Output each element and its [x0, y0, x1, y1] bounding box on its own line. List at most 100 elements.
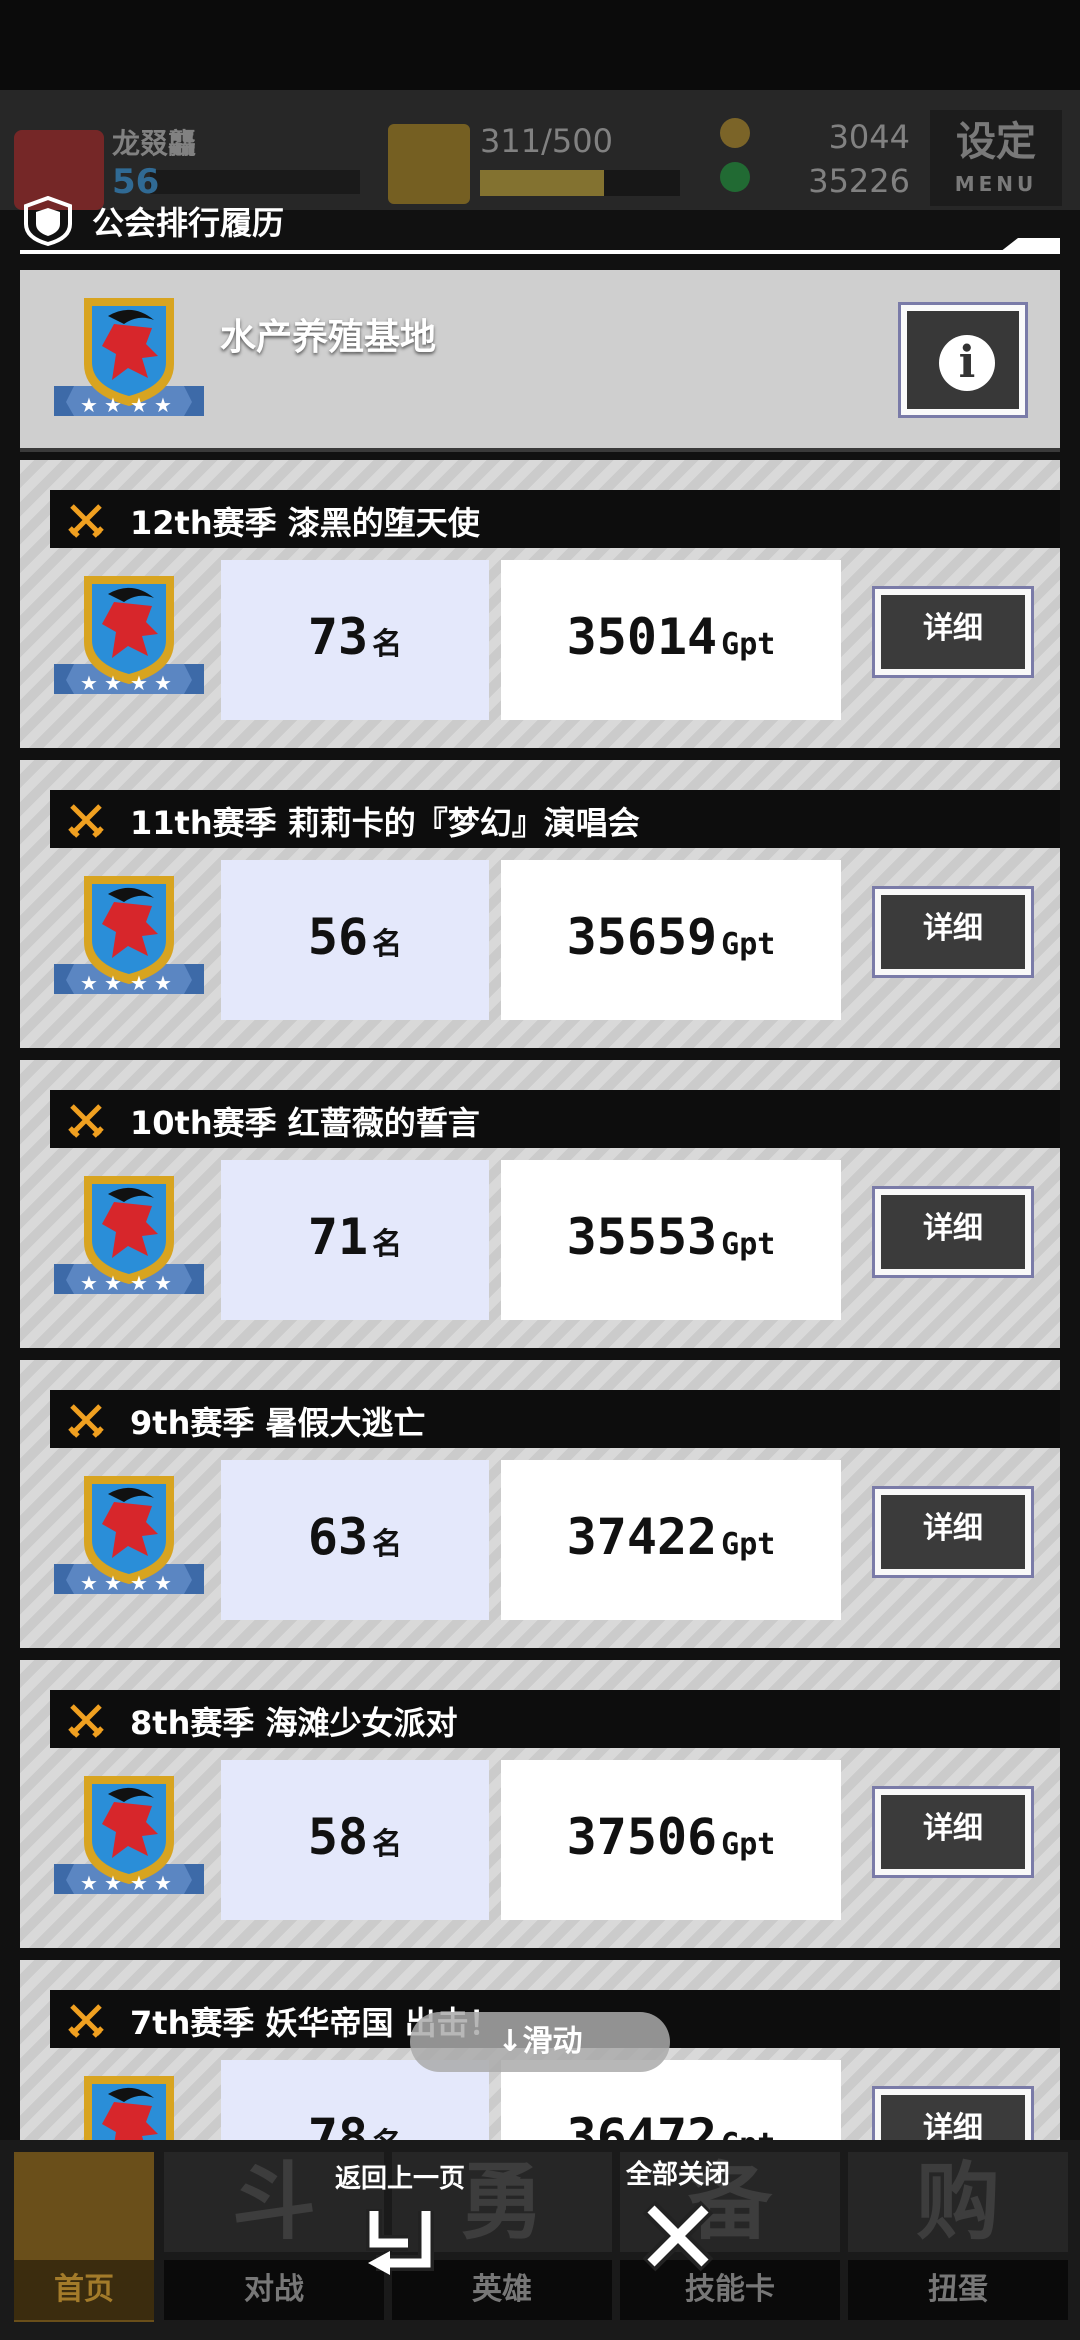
season-card: 9th赛季 暑假大逃亡 ★ ★ ★ ★ 63 名 37422 Gpt 详细: [20, 1360, 1060, 1648]
points-unit: Gpt: [721, 1227, 776, 1262]
points-unit: Gpt: [721, 627, 776, 662]
page-title: 公会排行履历: [92, 204, 285, 242]
detail-label: 详细: [881, 2095, 1025, 2140]
rank-value: 71: [307, 1208, 369, 1266]
guild-emblem-icon: ★★★★: [54, 1176, 204, 1295]
season-points-box: 35659 Gpt: [501, 860, 841, 1020]
season-card: 11th赛季 莉莉卡的『梦幻』演唱会 ★ ★ ★ ★ 56 名 35659 Gpt 详细: [20, 760, 1060, 1048]
points-value: 37506: [566, 1808, 718, 1866]
guild-emblem-icon: ★★★★: [54, 1776, 204, 1895]
points-unit: Gpt: [721, 927, 776, 962]
points-value: 36472: [566, 2108, 718, 2140]
gem-icon: [720, 162, 750, 192]
nav-tab-home[interactable]: 首页: [14, 2260, 154, 2320]
svg-text:★: ★: [154, 1271, 172, 1295]
status-bar-area: [0, 0, 1080, 90]
season-rank: 78名: [221, 2108, 489, 2140]
guild-card: ★ ★ ★ ★ 水产养殖基地 i: [20, 270, 1060, 452]
back-label: 返回上一页: [334, 2164, 465, 2194]
guild-info-button[interactable]: i: [898, 302, 1028, 418]
season-rank-box: 63 名: [221, 1460, 489, 1620]
season-title: 8th赛季 海滩少女派对: [130, 1704, 458, 1742]
svg-text:★: ★: [130, 971, 148, 995]
detail-label: 详细: [881, 1795, 1025, 1869]
crossed-swords-icon: [68, 1704, 104, 1738]
close-all-label: 全部关闭: [625, 2160, 730, 2190]
svg-text:★: ★: [80, 971, 98, 995]
season-points-box: 37506 Gpt: [501, 1760, 841, 1920]
rank-value: 58: [307, 1808, 369, 1866]
rank-unit: 名: [372, 1527, 403, 1562]
svg-text:★: ★: [130, 1871, 148, 1895]
back-button[interactable]: 返回上一页: [320, 2158, 480, 2281]
crossed-swords-icon: [68, 1404, 104, 1438]
svg-text:★: ★: [104, 1271, 122, 1295]
season-title: 9th赛季 暑假大逃亡: [130, 1404, 426, 1442]
info-button-face: i: [907, 311, 1019, 409]
close-icon: [642, 2200, 714, 2272]
info-icon: i: [939, 335, 995, 391]
season-points-box: 35553 Gpt: [501, 1160, 841, 1320]
season-rank: 71 名: [221, 1208, 489, 1266]
season-detail-button[interactable]: 详细: [872, 586, 1034, 678]
gold-coin-icon: [720, 118, 750, 148]
season-rank-box: 71 名: [221, 1160, 489, 1320]
season-title: 11th赛季 莉莉卡的『梦幻』演唱会: [130, 804, 640, 842]
points-value: 35659: [566, 908, 718, 966]
season-points: 37422 Gpt: [501, 1508, 841, 1566]
season-points: 37506 Gpt: [501, 1808, 841, 1866]
rank-value: 63: [307, 1508, 369, 1566]
svg-text:★: ★: [104, 1871, 122, 1895]
points-value: 35553: [566, 1208, 718, 1266]
season-title: 10th赛季 红蔷薇的誓言: [130, 1104, 480, 1142]
rank-unit: 名: [372, 627, 403, 662]
crossed-swords-icon: [68, 804, 104, 838]
crossed-swords-icon: [68, 2004, 104, 2038]
season-history-list[interactable]: 12th赛季 漆黑的堕天使 ★ ★ ★ ★ 73 名 35014 Gpt 详细 11th赛…: [20, 460, 1060, 2140]
guild-emblem-icon: ★★★★: [54, 298, 204, 417]
svg-text:★: ★: [130, 393, 148, 417]
season-detail-button[interactable]: 详细: [872, 886, 1034, 978]
stamina-text: 311/500: [480, 122, 613, 160]
season-rank-box: 56 名: [221, 860, 489, 1020]
guild-name: 水产养殖基地: [220, 317, 437, 358]
svg-text:★: ★: [80, 393, 98, 417]
detail-label: 详细: [881, 1195, 1025, 1269]
svg-text:★: ★: [80, 1571, 98, 1595]
nav-tab-gacha[interactable]: 扭蛋: [848, 2260, 1068, 2320]
svg-text:★: ★: [154, 971, 172, 995]
rank-unit: 名: [372, 927, 403, 962]
svg-text:★: ★: [80, 671, 98, 695]
season-points: 35553 Gpt: [501, 1208, 841, 1266]
season-header: 8th赛季 海滩少女派对: [50, 1690, 1060, 1748]
guild-emblem-icon: ★★★★: [84, 2076, 174, 2140]
player-name: 龙叕龘: [112, 127, 197, 160]
crossed-swords-icon: [68, 1104, 104, 1138]
season-detail-button[interactable]: 详细: [872, 1186, 1034, 1278]
season-detail-button[interactable]: 详细: [872, 1486, 1034, 1578]
season-rank: 73 名: [221, 608, 489, 666]
detail-label: 详细: [881, 895, 1025, 969]
close-all-button[interactable]: 全部关闭: [608, 2154, 748, 2279]
svg-text:★: ★: [104, 671, 122, 695]
season-detail-button[interactable]: 详细: [872, 2086, 1034, 2140]
season-points-box: 36472Gpt: [501, 2060, 841, 2140]
points-value: 35014: [566, 608, 718, 666]
season-header: 12th赛季 漆黑的堕天使: [50, 490, 1060, 548]
page-header: 公会排行履历: [0, 190, 1080, 258]
season-card: 10th赛季 红蔷薇的誓言 ★ ★ ★ ★ 71 名 35553 Gpt 详细: [20, 1060, 1060, 1348]
menu-label: 设定: [956, 119, 1036, 165]
svg-text:★: ★: [154, 1871, 172, 1895]
season-detail-button[interactable]: 详细: [872, 1786, 1034, 1878]
rank-value: 73: [307, 608, 369, 666]
svg-text:★: ★: [104, 971, 122, 995]
season-header: 11th赛季 莉莉卡的『梦幻』演唱会: [50, 790, 1060, 848]
season-header: 10th赛季 红蔷薇的誓言: [50, 1090, 1060, 1148]
rank-unit: 名: [372, 1827, 403, 1862]
season-points: 35659 Gpt: [501, 908, 841, 966]
season-rank: 56 名: [221, 908, 489, 966]
gacha-icon: 购: [848, 2152, 1068, 2252]
svg-text:★: ★: [130, 1571, 148, 1595]
detail-label: 详细: [881, 595, 1025, 669]
season-card: 12th赛季 漆黑的堕天使 ★ ★ ★ ★ 73 名 35014 Gpt 详细: [20, 460, 1060, 748]
